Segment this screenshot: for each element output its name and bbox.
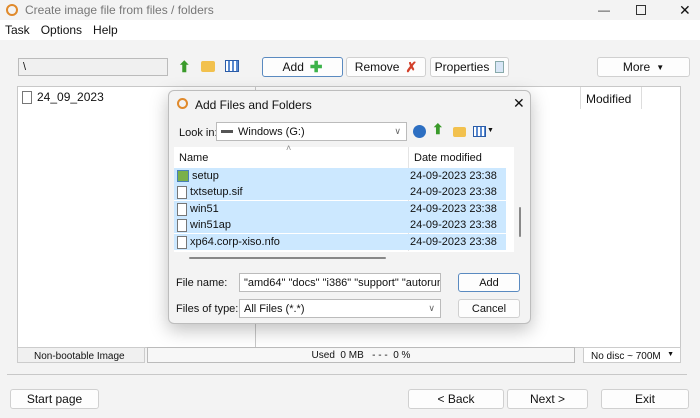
caret-down-icon: ▼ bbox=[667, 351, 674, 358]
properties-label: Properties bbox=[434, 60, 490, 74]
file-name: win51 bbox=[190, 203, 219, 215]
plus-icon: ✚ bbox=[309, 59, 323, 76]
file-name-input[interactable]: "amd64" "docs" "i386" "support" "autorun… bbox=[239, 273, 441, 292]
dialog-add-button[interactable]: Add bbox=[458, 273, 520, 292]
dialog-title: Add Files and Folders bbox=[195, 98, 312, 112]
chevron-down-icon: ∨ bbox=[428, 303, 435, 313]
sort-up-icon: ˄ bbox=[286, 143, 292, 153]
file-type-value: All Files (*.*) bbox=[244, 302, 305, 315]
usage-bar: Used 0 MB - - - 0 % bbox=[147, 347, 575, 363]
add-files-dialog: Add Files and Folders ✕ Look in: Windows… bbox=[168, 90, 531, 324]
minimize-button[interactable]: — bbox=[598, 3, 610, 17]
menu-bar: Task Options Help bbox=[0, 20, 700, 40]
folder-icon[interactable] bbox=[201, 61, 215, 72]
chevron-down-icon: ∨ bbox=[394, 126, 401, 136]
title-bar: Create image file from files / folders —… bbox=[0, 0, 700, 20]
drive-icon bbox=[221, 130, 233, 133]
file-icon bbox=[177, 202, 187, 216]
close-button[interactable]: ✕ bbox=[679, 2, 691, 19]
caret-down-icon[interactable]: ▼ bbox=[487, 127, 494, 134]
new-folder-icon[interactable] bbox=[453, 127, 466, 137]
view-menu-icon[interactable] bbox=[473, 126, 486, 137]
dialog-cancel-button[interactable]: Cancel bbox=[458, 299, 520, 318]
up-folder-icon[interactable]: ⬆ bbox=[178, 58, 191, 76]
setup-app-icon bbox=[177, 170, 189, 182]
up-folder-icon[interactable]: ⬆ bbox=[432, 121, 444, 138]
add-button[interactable]: Add ✚ bbox=[262, 57, 343, 77]
file-icon bbox=[177, 235, 187, 249]
divider bbox=[7, 374, 687, 375]
file-name: setup bbox=[192, 170, 219, 182]
tree-item-label: 24_09_2023 bbox=[37, 90, 104, 104]
file-type-select[interactable]: All Files (*.*) ∨ bbox=[239, 299, 441, 318]
file-icon bbox=[177, 218, 187, 232]
start-page-button[interactable]: Start page bbox=[10, 389, 99, 409]
look-in-value: Windows (G:) bbox=[238, 125, 305, 138]
properties-button[interactable]: Properties bbox=[430, 57, 509, 77]
file-row[interactable]: win51 24-09-2023 23:38 bbox=[174, 201, 506, 217]
exit-button[interactable]: Exit bbox=[601, 389, 689, 409]
status-boot: Non-bootable Image bbox=[17, 347, 145, 363]
file-row[interactable]: win51ap 24-09-2023 23:38 bbox=[174, 217, 506, 233]
maximize-button[interactable] bbox=[636, 5, 646, 15]
file-name: xp64.corp-xiso.nfo bbox=[190, 236, 280, 248]
dialog-close-button[interactable]: ✕ bbox=[513, 95, 525, 112]
file-row[interactable]: xp64.corp-xiso.nfo 24-09-2023 23:38 bbox=[174, 234, 506, 250]
file-name-label: File name: bbox=[176, 277, 228, 289]
vertical-scrollbar[interactable] bbox=[519, 207, 521, 237]
file-row[interactable]: txtsetup.sif 24-09-2023 23:38 bbox=[174, 184, 506, 200]
menu-help[interactable]: Help bbox=[93, 23, 118, 37]
document-check-icon bbox=[495, 61, 505, 73]
dialog-logo-icon bbox=[177, 98, 188, 109]
remove-button[interactable]: Remove ✗ bbox=[346, 57, 426, 77]
add-label: Add bbox=[282, 60, 304, 74]
column-header-modified[interactable]: Modified bbox=[586, 92, 631, 106]
usage-label: Used 0 MB - - - 0 % bbox=[311, 350, 411, 361]
file-type-label: Files of type: bbox=[176, 303, 239, 315]
file-row[interactable]: setup 24-09-2023 23:38 bbox=[174, 168, 506, 184]
menu-task[interactable]: Task bbox=[5, 23, 30, 37]
file-date: 24-09-2023 23:38 bbox=[410, 236, 497, 248]
menu-options[interactable]: Options bbox=[41, 23, 82, 37]
file-name: win51ap bbox=[190, 219, 231, 231]
more-label: More bbox=[622, 60, 651, 74]
caret-down-icon: ▼ bbox=[656, 62, 665, 72]
file-date: 24-09-2023 23:38 bbox=[410, 170, 497, 182]
window-title: Create image file from files / folders bbox=[25, 3, 214, 17]
path-input[interactable]: \ bbox=[18, 58, 168, 76]
look-in-label: Look in: bbox=[179, 127, 218, 139]
app-logo-icon bbox=[6, 4, 18, 16]
look-in-select[interactable]: Windows (G:) ∨ bbox=[216, 122, 407, 141]
file-date: 24-09-2023 23:38 bbox=[410, 186, 497, 198]
back-button[interactable]: < Back bbox=[408, 389, 504, 409]
column-name[interactable]: Name bbox=[179, 152, 208, 164]
disc-size-select[interactable]: No disc ~ 700M ▼ bbox=[583, 347, 681, 363]
horizontal-scrollbar[interactable] bbox=[189, 257, 386, 259]
x-icon: ✗ bbox=[405, 58, 418, 75]
more-button[interactable]: More ▼ bbox=[597, 57, 690, 77]
file-date: 24-09-2023 23:38 bbox=[410, 219, 497, 231]
dialog-file-list[interactable]: ˄ Name Date modified setup 24-09-2023 23:… bbox=[174, 143, 514, 252]
disc-size-label: No disc ~ 700M bbox=[591, 351, 661, 362]
disc-file-icon bbox=[22, 90, 32, 104]
back-nav-icon[interactable] bbox=[413, 125, 426, 138]
column-date-modified[interactable]: Date modified bbox=[414, 152, 482, 164]
remove-label: Remove bbox=[354, 60, 400, 74]
next-button[interactable]: Next > bbox=[507, 389, 588, 409]
grid-view-icon[interactable] bbox=[225, 60, 239, 72]
file-icon bbox=[177, 185, 187, 199]
file-name: txtsetup.sif bbox=[190, 186, 243, 198]
file-date: 24-09-2023 23:38 bbox=[410, 203, 497, 215]
